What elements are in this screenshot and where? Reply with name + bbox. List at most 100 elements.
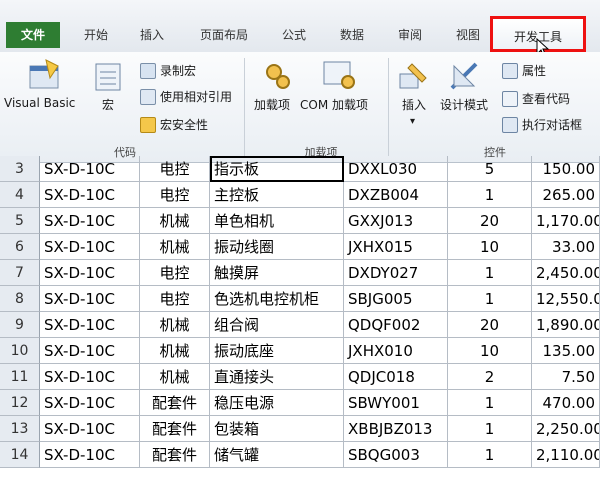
cell-amount[interactable]: 135.00: [532, 338, 600, 364]
cell-quantity[interactable]: 1: [448, 286, 532, 312]
cell-quantity[interactable]: 1: [448, 416, 532, 442]
row-header[interactable]: 12: [0, 390, 40, 416]
row-header[interactable]: 11: [0, 364, 40, 390]
cell-part-code[interactable]: DXZB004: [344, 182, 448, 208]
tab-formulas[interactable]: 公式: [274, 24, 314, 46]
cell-category[interactable]: 机械: [140, 312, 210, 338]
cell-model[interactable]: SX-D-10C: [40, 442, 140, 468]
tab-page-layout[interactable]: 页面布局: [192, 24, 256, 46]
row-header[interactable]: 6: [0, 234, 40, 260]
cell-part-name[interactable]: 主控板: [210, 182, 344, 208]
cell-quantity[interactable]: 1: [448, 182, 532, 208]
cell-part-code[interactable]: GXXJ013: [344, 208, 448, 234]
cell-amount[interactable]: 2,110.00: [532, 442, 600, 468]
cell-part-name[interactable]: 直通接头: [210, 364, 344, 390]
cell-quantity[interactable]: 1: [448, 390, 532, 416]
cell-part-name[interactable]: 振动线圈: [210, 234, 344, 260]
view-code-button[interactable]: 查看代码: [502, 90, 570, 107]
cell-model[interactable]: SX-D-10C: [40, 338, 140, 364]
cell-part-name[interactable]: 指示板: [210, 156, 344, 182]
cell-category[interactable]: 配套件: [140, 416, 210, 442]
cell-quantity[interactable]: 2: [448, 364, 532, 390]
cell-part-name[interactable]: 触摸屏: [210, 260, 344, 286]
cell-amount[interactable]: 33.00: [532, 234, 600, 260]
tab-home[interactable]: 开始: [76, 24, 116, 46]
cell-part-code[interactable]: QDJC018: [344, 364, 448, 390]
cell-part-name[interactable]: 单色相机: [210, 208, 344, 234]
macro-security-button[interactable]: 宏安全性: [140, 116, 208, 133]
tab-insert[interactable]: 插入: [132, 24, 172, 46]
cell-amount[interactable]: 12,550.00: [532, 286, 600, 312]
cell-part-name[interactable]: 包装箱: [210, 416, 344, 442]
row-header[interactable]: 13: [0, 416, 40, 442]
cell-category[interactable]: 电控: [140, 156, 210, 182]
macros-button[interactable]: 宏: [102, 96, 114, 113]
visual-basic-button[interactable]: Visual Basic: [4, 96, 75, 110]
cell-part-code[interactable]: SBJG005: [344, 286, 448, 312]
cell-amount[interactable]: 1,170.00: [532, 208, 600, 234]
addins-button[interactable]: 加载项: [254, 96, 290, 113]
row-header[interactable]: 4: [0, 182, 40, 208]
cell-part-code[interactable]: JXHX015: [344, 234, 448, 260]
cell-model[interactable]: SX-D-10C: [40, 416, 140, 442]
cell-category[interactable]: 电控: [140, 286, 210, 312]
tab-file[interactable]: 文件: [6, 22, 60, 48]
insert-controls-button[interactable]: 插入: [402, 96, 426, 113]
cell-part-code[interactable]: XBBJBZ013: [344, 416, 448, 442]
cell-amount[interactable]: 2,450.00: [532, 260, 600, 286]
cell-part-code[interactable]: JXHX010: [344, 338, 448, 364]
cell-model[interactable]: SX-D-10C: [40, 182, 140, 208]
cell-category[interactable]: 配套件: [140, 390, 210, 416]
row-header[interactable]: 5: [0, 208, 40, 234]
cell-category[interactable]: 机械: [140, 208, 210, 234]
cell-part-code[interactable]: QDQF002: [344, 312, 448, 338]
cell-amount[interactable]: 2,250.00: [532, 416, 600, 442]
cell-quantity[interactable]: 10: [448, 234, 532, 260]
cell-category[interactable]: 机械: [140, 338, 210, 364]
cell-quantity[interactable]: 20: [448, 208, 532, 234]
chevron-down-icon[interactable]: ▾: [410, 116, 415, 127]
cell-amount[interactable]: 150.00: [532, 156, 600, 182]
cell-part-code[interactable]: SBQG003: [344, 442, 448, 468]
cell-quantity[interactable]: 5: [448, 156, 532, 182]
cell-model[interactable]: SX-D-10C: [40, 312, 140, 338]
cell-category[interactable]: 机械: [140, 364, 210, 390]
row-header[interactable]: 14: [0, 442, 40, 468]
row-header[interactable]: 9: [0, 312, 40, 338]
cell-amount[interactable]: 470.00: [532, 390, 600, 416]
cell-quantity[interactable]: 10: [448, 338, 532, 364]
cell-model[interactable]: SX-D-10C: [40, 156, 140, 182]
properties-button[interactable]: 属性: [502, 62, 546, 79]
cell-model[interactable]: SX-D-10C: [40, 364, 140, 390]
cell-part-name[interactable]: 稳压电源: [210, 390, 344, 416]
com-addins-button[interactable]: COM 加载项: [300, 96, 368, 113]
tab-data[interactable]: 数据: [332, 24, 372, 46]
cell-model[interactable]: SX-D-10C: [40, 390, 140, 416]
cell-category[interactable]: 电控: [140, 182, 210, 208]
cell-category[interactable]: 机械: [140, 234, 210, 260]
row-header[interactable]: 7: [0, 260, 40, 286]
cell-part-code[interactable]: DXDY027: [344, 260, 448, 286]
row-header[interactable]: 8: [0, 286, 40, 312]
cell-amount[interactable]: 1,890.00: [532, 312, 600, 338]
cell-model[interactable]: SX-D-10C: [40, 286, 140, 312]
row-header[interactable]: 3: [0, 156, 40, 182]
tab-view[interactable]: 视图: [448, 24, 488, 46]
cell-part-code[interactable]: SBWY001: [344, 390, 448, 416]
cell-part-code[interactable]: DXXL030: [344, 156, 448, 182]
cell-part-name[interactable]: 色选机电控机柜: [210, 286, 344, 312]
tab-review[interactable]: 审阅: [390, 24, 430, 46]
cell-amount[interactable]: 265.00: [532, 182, 600, 208]
cell-model[interactable]: SX-D-10C: [40, 234, 140, 260]
cell-amount[interactable]: 7.50: [532, 364, 600, 390]
cell-model[interactable]: SX-D-10C: [40, 208, 140, 234]
cell-quantity[interactable]: 20: [448, 312, 532, 338]
cell-category[interactable]: 电控: [140, 260, 210, 286]
cell-part-name[interactable]: 组合阀: [210, 312, 344, 338]
cell-quantity[interactable]: 1: [448, 442, 532, 468]
cell-category[interactable]: 配套件: [140, 442, 210, 468]
cell-part-name[interactable]: 储气罐: [210, 442, 344, 468]
record-macro-button[interactable]: 录制宏: [140, 62, 196, 79]
relative-refs-button[interactable]: 使用相对引用: [140, 88, 232, 105]
design-mode-button[interactable]: 设计模式: [440, 96, 488, 113]
